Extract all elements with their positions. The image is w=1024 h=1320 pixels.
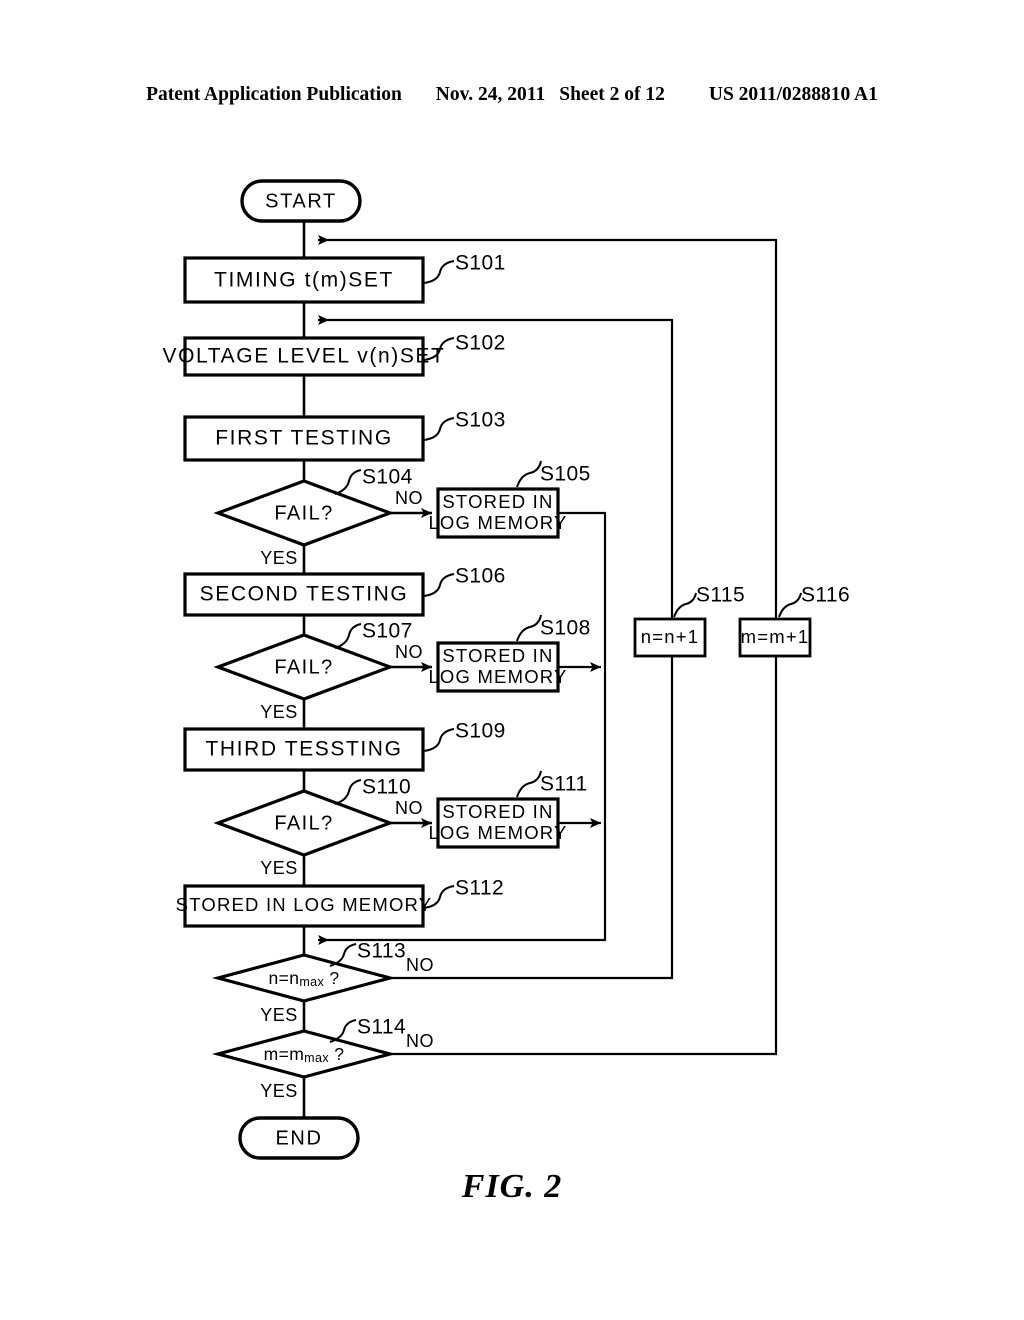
flowchart-diagram: START TIMING t(m)SET S101 VOLTAGE LEVEL … [163,179,850,1160]
node-s106: SECOND TESTING S106 [183,565,506,617]
node-s111: STORED IN LOG MEMORY S111 [428,770,588,849]
s113-step-number: S113 [357,940,406,963]
s104-yes-label: YES [260,548,298,568]
node-start: START [240,179,362,223]
end-label: END [275,1127,322,1149]
s110-no-label: NO [395,798,423,818]
node-s116: m=m+1 S116 [738,584,850,658]
node-s112: STORED IN LOG MEMORY S112 [176,877,504,928]
s104-leader-line [334,469,362,495]
s113-label-q: ? [329,968,339,988]
s107-step-number: S107 [362,620,413,643]
s109-step-number: S109 [455,720,506,743]
patent-figure-page: Patent Application Publication Nov. 24, … [0,0,1024,1320]
s102-label: VOLTAGE LEVEL v(n)SET [163,345,446,368]
s106-label: SECOND TESTING [200,583,409,606]
node-s113: n=nmax ? S113 NO YES [211,940,434,1025]
s108-label-line2: LOG MEMORY [428,666,567,687]
s115-label: n=n+1 [641,626,699,647]
node-s109: THIRD TESSTING S109 [183,720,506,772]
s107-no-label: NO [395,642,423,662]
s111-leader-line [516,770,542,798]
node-s104: FAIL? S104 NO YES [213,466,423,568]
s101-leader-line [423,260,455,284]
s104-no-label: NO [395,488,423,508]
node-s107: FAIL? S107 NO YES [213,620,423,722]
s111-step-number: S111 [540,773,588,796]
s115-leader-line [673,592,697,618]
node-s101: TIMING t(m)SET S101 [183,252,506,304]
s114-no-label: NO [406,1031,434,1051]
s110-label: FAIL? [274,812,333,834]
s107-yes-label: YES [260,702,298,722]
s101-step-number: S101 [455,252,506,275]
start-label: START [265,190,337,212]
s108-label-line1: STORED IN [442,645,553,666]
s102-step-number: S102 [455,332,506,355]
s112-label: STORED IN LOG MEMORY [176,894,433,915]
s109-label: THIRD TESSTING [205,738,402,761]
s116-leader-line [778,592,802,618]
s107-leader-line [334,623,362,649]
s114-label-q: ? [334,1044,344,1064]
s110-leader-line [334,779,362,805]
s114-step-number: S114 [357,1016,406,1039]
s116-label: m=m+1 [741,626,810,647]
s103-leader-line [423,417,455,441]
s115-step-number: S115 [696,584,745,607]
node-s105: STORED IN LOG MEMORY S105 [428,460,591,539]
node-s108: STORED IN LOG MEMORY S108 [428,614,591,693]
s111-label-line1: STORED IN [442,801,553,822]
s103-label: FIRST TESTING [215,427,393,450]
node-s102: VOLTAGE LEVEL v(n)SET S102 [163,332,506,377]
s113-yes-label: YES [260,1005,298,1025]
node-s115: n=n+1 S115 [633,584,745,658]
figure-caption: FIG. 2 [461,1168,563,1205]
s114-label: m=mmax ? [264,1044,345,1066]
s113-no-label: NO [406,955,434,975]
s109-leader-line [423,728,455,752]
s105-step-number: S105 [540,463,591,486]
s104-label: FAIL? [274,502,333,524]
s105-leader-line [516,460,542,488]
s110-step-number: S110 [362,776,411,799]
s108-leader-line [516,614,542,642]
s105-label-line1: STORED IN [442,491,553,512]
s113-label-subscript: max [299,975,324,989]
s114-label-base: m=m [264,1044,305,1064]
s114-label-subscript: max [304,1051,329,1065]
s114-yes-label: YES [260,1081,298,1101]
s107-label: FAIL? [274,656,333,678]
s111-label-line2: LOG MEMORY [428,822,567,843]
node-s103: FIRST TESTING S103 [183,409,506,462]
s112-step-number: S112 [455,877,504,900]
s103-step-number: S103 [455,409,506,432]
s108-step-number: S108 [540,617,591,640]
s116-step-number: S116 [801,584,850,607]
node-s110: FAIL? S110 NO YES [213,776,423,878]
s110-yes-label: YES [260,858,298,878]
node-end: END [238,1116,360,1160]
s101-label: TIMING t(m)SET [214,269,394,292]
s106-step-number: S106 [455,565,506,588]
node-s114: m=mmax ? S114 NO YES [211,1016,434,1101]
s106-leader-line [423,573,455,597]
s104-step-number: S104 [362,466,413,489]
s105-label-line2: LOG MEMORY [428,512,567,533]
s113-label-base: n=n [268,968,299,988]
